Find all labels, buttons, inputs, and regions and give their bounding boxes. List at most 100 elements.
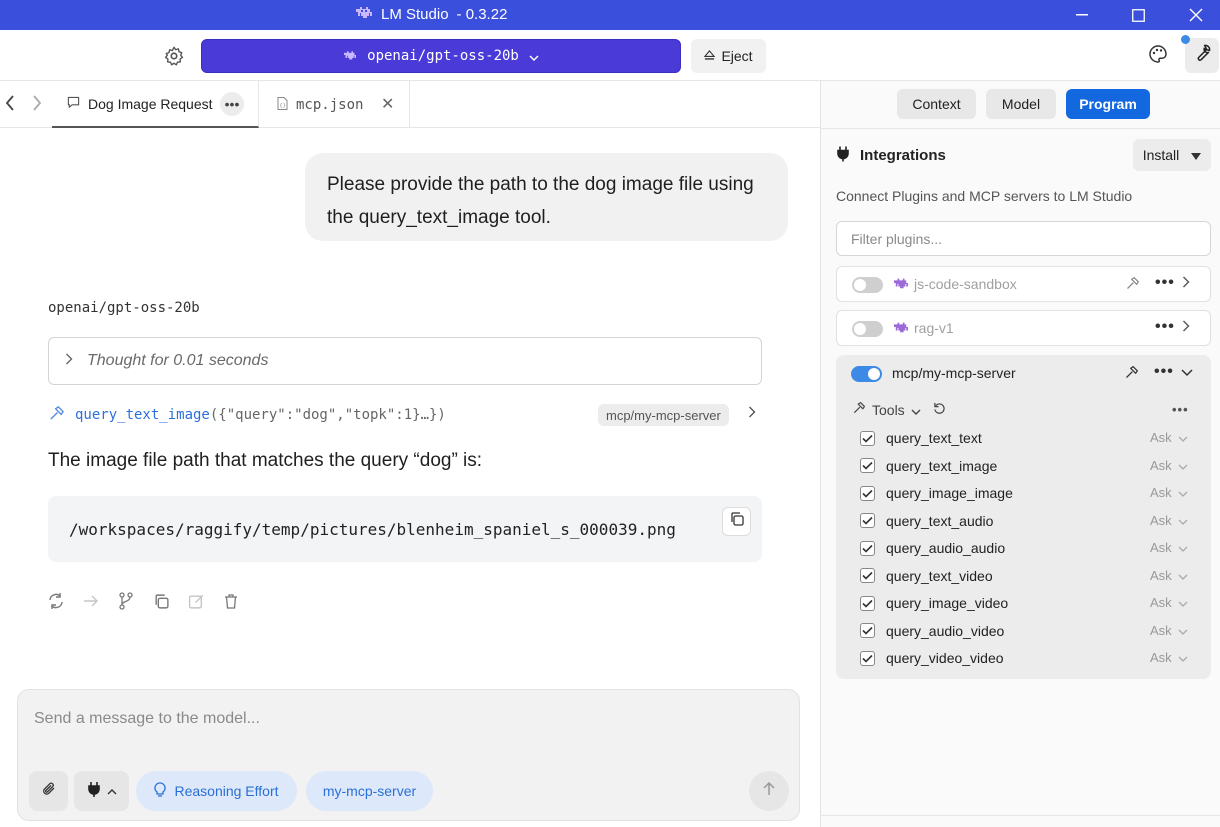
copy-message-icon[interactable] bbox=[152, 592, 170, 610]
tool-name: query_audio_audio bbox=[886, 540, 1006, 556]
regenerate-icon[interactable] bbox=[47, 592, 65, 610]
filter-plugins-input[interactable]: Filter plugins... bbox=[836, 221, 1211, 256]
app-version: - 0.3.22 bbox=[456, 5, 508, 23]
hammer-icon bbox=[1124, 365, 1139, 385]
mcp-server-toggle[interactable] bbox=[851, 366, 882, 382]
tools-more-options-icon[interactable]: ••• bbox=[1172, 402, 1189, 417]
tool-checkbox[interactable] bbox=[860, 623, 875, 638]
delete-icon[interactable] bbox=[222, 592, 240, 610]
thought-expander[interactable]: Thought for 0.01 seconds bbox=[48, 337, 762, 385]
minimize-button[interactable] bbox=[1059, 0, 1105, 30]
tab-context[interactable]: Context bbox=[897, 89, 976, 119]
tool-permission-dropdown[interactable]: Ask bbox=[1150, 458, 1188, 473]
paperclip-icon bbox=[41, 781, 57, 802]
tool-checkbox[interactable] bbox=[860, 485, 875, 501]
divider bbox=[821, 128, 1220, 129]
chevron-down-icon bbox=[1178, 485, 1188, 500]
message-input[interactable]: Send a message to the model... bbox=[34, 710, 260, 728]
more-options-icon[interactable]: ••• bbox=[1154, 363, 1174, 381]
maximize-button[interactable] bbox=[1115, 0, 1161, 30]
tool-permission-dropdown[interactable]: Ask bbox=[1150, 623, 1188, 638]
close-window-button[interactable] bbox=[1173, 0, 1219, 30]
tool-permission-dropdown[interactable]: Ask bbox=[1150, 513, 1188, 528]
hammer-icon bbox=[48, 405, 65, 425]
tool-row[interactable]: query_audio_audio Ask bbox=[860, 535, 1195, 561]
file-icon: {} bbox=[277, 96, 288, 113]
install-dropdown-button[interactable]: Install bbox=[1133, 139, 1211, 171]
chevron-down-icon[interactable] bbox=[1181, 364, 1193, 382]
tool-call-row[interactable]: query_text_image ({"query":"dog","topk":… bbox=[48, 403, 762, 427]
tool-row[interactable]: query_image_video Ask bbox=[860, 590, 1195, 616]
install-label: Install bbox=[1142, 147, 1180, 163]
tool-checkbox[interactable] bbox=[860, 430, 875, 446]
tool-checkbox[interactable] bbox=[860, 595, 875, 611]
send-button[interactable] bbox=[749, 771, 789, 811]
chevron-right-icon[interactable] bbox=[1182, 319, 1190, 335]
plugin-toggle[interactable] bbox=[852, 277, 883, 293]
continue-arrow-icon[interactable] bbox=[82, 592, 100, 610]
tab-more-options-icon[interactable]: ••• bbox=[220, 92, 244, 116]
tool-row[interactable]: query_text_text Ask bbox=[860, 425, 1195, 451]
tool-row[interactable]: query_image_image Ask bbox=[860, 480, 1195, 506]
caret-down-icon bbox=[1191, 147, 1202, 163]
tool-permission-dropdown[interactable]: Ask bbox=[1150, 485, 1188, 500]
plugin-name: js-code-sandbox bbox=[914, 276, 1017, 292]
tool-permission-dropdown[interactable]: Ask bbox=[1150, 568, 1188, 583]
title-bar: LM Studio - 0.3.22 bbox=[0, 0, 1220, 30]
mcp-server-chip[interactable]: my-mcp-server bbox=[306, 771, 433, 811]
forward-arrow-icon[interactable] bbox=[31, 94, 47, 114]
tool-permission-label: Ask bbox=[1150, 485, 1172, 500]
tool-row[interactable]: query_text_image Ask bbox=[860, 453, 1195, 479]
tool-permission-label: Ask bbox=[1150, 512, 1172, 528]
checkmark-icon bbox=[862, 516, 873, 525]
tool-row[interactable]: query_text_audio Ask bbox=[860, 508, 1195, 534]
tool-permission-dropdown[interactable]: Ask bbox=[1150, 540, 1188, 555]
tool-row[interactable]: query_video_video Ask bbox=[860, 645, 1195, 671]
tab-model[interactable]: Model bbox=[986, 89, 1056, 119]
tool-permission-dropdown[interactable]: Ask bbox=[1150, 430, 1188, 445]
integrations-title: Integrations bbox=[860, 147, 946, 164]
code-text: /workspaces/raggify/temp/pictures/blenhe… bbox=[69, 519, 676, 539]
edit-icon[interactable] bbox=[187, 592, 205, 610]
palette-icon[interactable] bbox=[1148, 44, 1170, 66]
developer-tools-button[interactable] bbox=[1185, 38, 1219, 73]
attach-button[interactable] bbox=[29, 771, 68, 811]
copy-code-button[interactable] bbox=[722, 507, 751, 536]
tool-checkbox[interactable] bbox=[860, 513, 875, 528]
chevron-down-icon bbox=[911, 402, 921, 418]
tools-header[interactable]: Tools bbox=[852, 401, 946, 418]
more-options-icon[interactable]: ••• bbox=[1155, 318, 1175, 336]
reasoning-effort-button[interactable]: Reasoning Effort bbox=[136, 771, 297, 811]
refresh-icon[interactable] bbox=[933, 402, 946, 418]
tool-permission-dropdown[interactable]: Ask bbox=[1150, 650, 1188, 665]
back-arrow-icon[interactable] bbox=[4, 94, 20, 114]
tool-permission-dropdown[interactable]: Ask bbox=[1150, 595, 1188, 610]
tool-checkbox[interactable] bbox=[860, 540, 875, 556]
plugin-row-js-code-sandbox[interactable]: js-code-sandbox ••• bbox=[836, 266, 1211, 302]
tool-checkbox[interactable] bbox=[860, 568, 875, 583]
chevron-right-icon[interactable] bbox=[1182, 275, 1190, 291]
mcp-server-header[interactable]: mcp/my-mcp-server ••• bbox=[836, 355, 1211, 393]
close-tab-icon[interactable]: ✕ bbox=[381, 94, 394, 114]
tab-program[interactable]: Program bbox=[1066, 89, 1150, 119]
integrations-toggle-button[interactable] bbox=[74, 771, 129, 811]
plugin-toggle[interactable] bbox=[852, 321, 883, 337]
settings-gear-icon[interactable] bbox=[163, 45, 185, 67]
tool-checkbox[interactable] bbox=[860, 650, 875, 666]
close-icon bbox=[1189, 8, 1203, 22]
tab-mcp-json[interactable]: {} mcp.json ✕ bbox=[260, 81, 410, 128]
more-options-icon[interactable]: ••• bbox=[1155, 274, 1175, 292]
chevron-down-icon bbox=[1178, 458, 1188, 473]
tab-dog-image-request[interactable]: Dog Image Request ••• bbox=[52, 81, 259, 128]
arrow-up-icon bbox=[763, 781, 775, 801]
tool-row[interactable]: query_text_video Ask bbox=[860, 563, 1195, 589]
tool-name: query_text_text bbox=[886, 430, 982, 446]
model-icon bbox=[343, 48, 357, 64]
model-selector-button[interactable]: openai/gpt-oss-20b bbox=[201, 39, 681, 73]
branch-icon[interactable] bbox=[117, 592, 135, 610]
eject-button[interactable]: Eject bbox=[691, 39, 766, 73]
tool-checkbox[interactable] bbox=[860, 458, 875, 473]
tool-row[interactable]: query_audio_video Ask bbox=[860, 618, 1195, 644]
plugin-row-rag-v1[interactable]: rag-v1 ••• bbox=[836, 310, 1211, 346]
tool-permission-label: Ask bbox=[1150, 650, 1172, 665]
